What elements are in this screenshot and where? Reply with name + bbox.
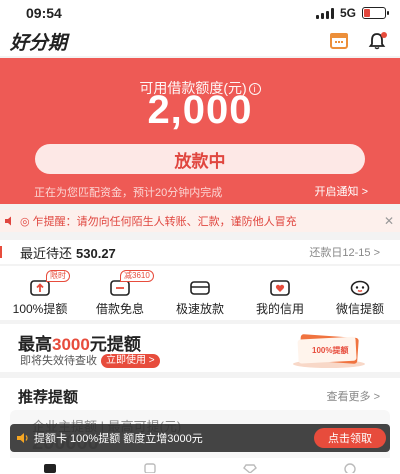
notice-text: ◎ 乍提醒：请勿向任何陌生人转账、汇款，谨防他人冒充 (20, 216, 297, 228)
promo-popup-bar: 提额卡 100%提额 额度立增3000元 点击领取 (10, 424, 390, 452)
feature-label: 我的信用 (255, 302, 304, 316)
feature-row: 限时 100%提额 减3610 借款免息 极速放款 我的信用 微信提额 (0, 266, 400, 320)
feature-fast-loan[interactable]: 极速放款 (160, 266, 240, 320)
promo-card[interactable]: 最高3000元提额 即将失效待查收 立即使用 > 100%提额 (0, 324, 400, 372)
app-header: 好分期 (0, 26, 400, 56)
credit-amount: 2,000 (147, 88, 253, 132)
popup-text: 提额卡 100%提额 额度立增3000元 (34, 433, 203, 445)
wallet-icon (190, 280, 210, 296)
claim-button[interactable]: 点击领取 (314, 428, 386, 448)
use-now-button[interactable]: 立即使用 > (101, 354, 160, 368)
app-logo: 好分期 (10, 31, 68, 54)
notice-bar: ◎ 乍提醒：请勿向任何陌生人转账、汇款，谨防他人冒充 ✕ (0, 210, 400, 232)
loan-status-button[interactable]: 放款中 (35, 144, 365, 174)
repayment-row[interactable]: 最近待还 530.27 还款日12-15 > (0, 240, 400, 264)
view-more-link[interactable]: 查看更多 > (327, 388, 380, 404)
status-icons: 5G (315, 6, 389, 20)
calendar-icon[interactable] (330, 33, 348, 49)
repayment-label: 最近待还 (20, 245, 73, 261)
notification-dot (381, 32, 387, 38)
feature-label: 极速放款 (175, 302, 224, 316)
recommend-title: 推荐提额 (18, 389, 79, 406)
speaker-icon (17, 433, 28, 443)
bell-icon[interactable] (368, 32, 387, 50)
home-icon[interactable] (43, 463, 57, 473)
profile-icon[interactable] (343, 463, 357, 473)
matching-text: 正在为您匹配资金，预计20分钟内完成 (34, 187, 223, 199)
battery-icon (362, 7, 389, 19)
feature-label: 借款免息 (95, 302, 144, 316)
promo-subtitle: 即将失效待查收 立即使用 > (20, 352, 160, 368)
coupon-icon (110, 280, 130, 296)
speaker-icon (5, 216, 11, 226)
close-icon[interactable]: ✕ (384, 214, 394, 228)
feature-interest-free[interactable]: 减3610 借款免息 (80, 266, 160, 320)
feature-wechat-limit[interactable]: 微信提额 (320, 266, 400, 320)
tab-bar (0, 458, 400, 474)
network-type: 5G (339, 6, 356, 20)
feature-my-credit[interactable]: 我的信用 (240, 266, 320, 320)
feature-tag: 限时 (46, 270, 70, 282)
enable-notification-link[interactable]: 开启通知 > (315, 183, 368, 199)
loan-card: 可用借款额度(元) i 2,000 放款中 正在为您匹配资金，预计20分钟内完成 … (0, 58, 400, 204)
coupon-card-icon: 100%提额 (293, 334, 365, 368)
heart-icon (270, 280, 290, 296)
repayment-amount: 530.27 (76, 245, 116, 261)
signal-icon (315, 7, 334, 19)
repayment-date[interactable]: 还款日12-15 > (309, 244, 380, 260)
loan-tab-icon[interactable] (143, 463, 157, 473)
diamond-icon[interactable] (243, 463, 257, 473)
coupon-card-label: 100%提额 (312, 345, 348, 355)
feature-label: 100%提额 (12, 302, 68, 316)
feature-increase-limit[interactable]: 限时 100%提额 (0, 266, 80, 320)
status-bar: 09:54 5G (0, 0, 400, 26)
feature-tag: 减3610 (120, 270, 154, 282)
header-icons (330, 32, 390, 50)
feature-label: 微信提额 (335, 302, 384, 316)
wechat-icon (350, 280, 370, 296)
repayment-info: 最近待还 530.27 (20, 243, 116, 262)
upload-icon (30, 280, 50, 296)
status-time: 09:54 (26, 5, 62, 21)
accent-bar (0, 246, 2, 258)
